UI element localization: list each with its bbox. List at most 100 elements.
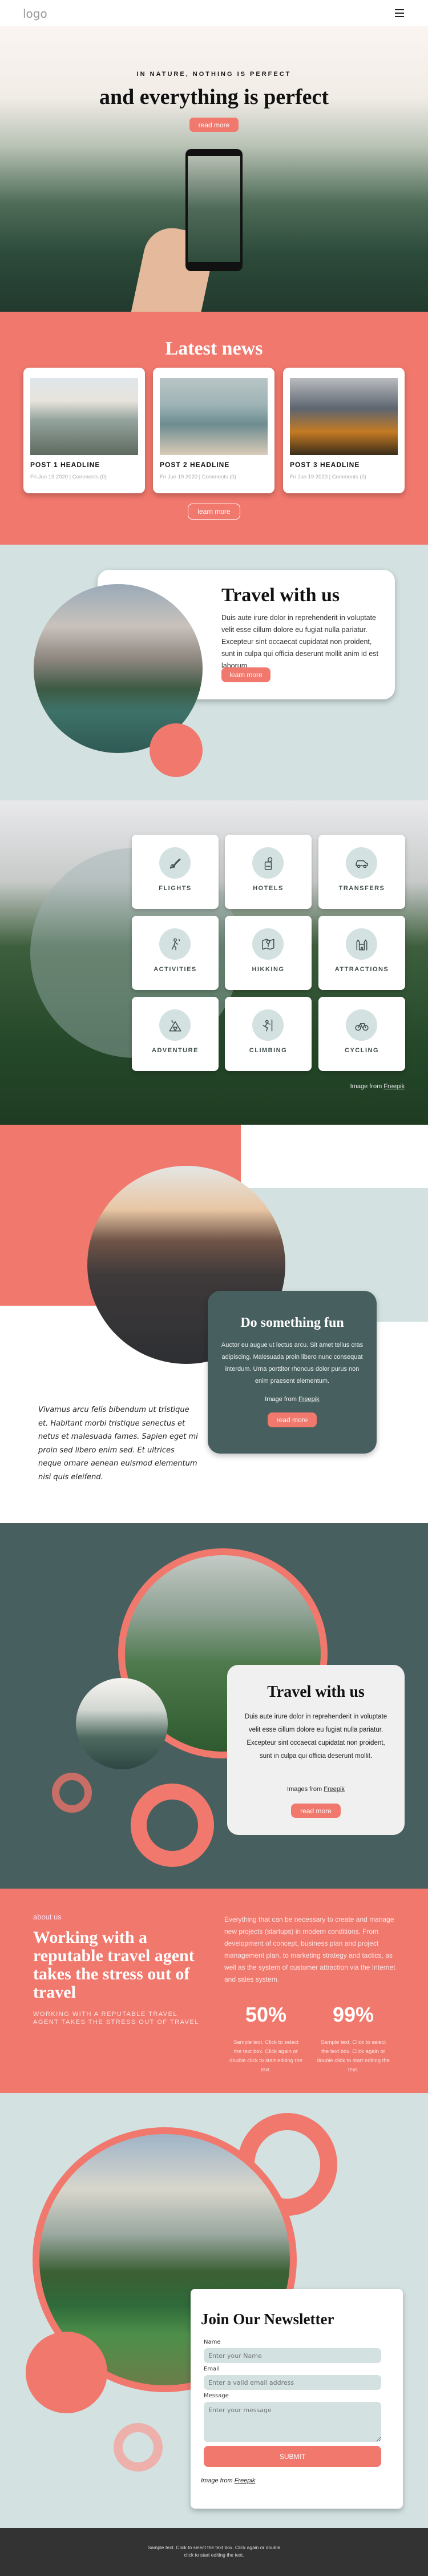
post-headline[interactable]: POST 1 HEADLINE bbox=[30, 461, 100, 469]
service-label: ADVENTURE bbox=[152, 1047, 199, 1054]
post-image bbox=[160, 378, 268, 455]
newsletter-title: Join Our Newsletter bbox=[201, 2311, 334, 2328]
hero-read-more-button[interactable]: read more bbox=[189, 118, 239, 132]
news-learn-more-button[interactable]: learn more bbox=[188, 504, 240, 520]
service-climbing[interactable]: CLIMBING bbox=[225, 997, 312, 1071]
credit-prefix: Images from bbox=[287, 1786, 322, 1793]
stat-text: Sample text. Click to select the text bo… bbox=[229, 2039, 302, 2073]
airplane-icon bbox=[159, 847, 191, 879]
post-comments[interactable]: Comments (0) bbox=[72, 474, 107, 480]
climber-icon bbox=[252, 1009, 284, 1041]
message-label: Message bbox=[204, 2393, 229, 2399]
about-kicker: about us bbox=[33, 1913, 62, 1921]
credit-prefix: Image from bbox=[201, 2477, 233, 2484]
service-label: ACTIVITIES bbox=[154, 966, 197, 973]
about-body: Everything that can be necessary to crea… bbox=[224, 1915, 395, 1983]
travel-learn-more-button[interactable]: learn more bbox=[221, 667, 270, 682]
post-date: Fri Jun 19 2020 bbox=[30, 474, 68, 480]
footer: Sample text. Click to select the text bo… bbox=[0, 2528, 428, 2576]
hamburger-icon[interactable] bbox=[395, 9, 404, 17]
foggy-forest-image bbox=[76, 1678, 168, 1769]
service-cycling[interactable]: CYCLING bbox=[318, 997, 405, 1071]
service-transfers[interactable]: TRANSFERS bbox=[318, 835, 405, 909]
stat-value: 50% bbox=[245, 2003, 287, 2026]
news-card[interactable]: POST 3 HEADLINE Fri Jun 19 2020 | Commen… bbox=[283, 368, 405, 493]
travel2-read-more-button[interactable]: read more bbox=[291, 1804, 341, 1818]
freepik-link[interactable]: Freepik bbox=[324, 1786, 345, 1793]
stat-text: Sample text. Click to select the text bo… bbox=[317, 2039, 390, 2073]
service-adventure[interactable]: ADVENTURE bbox=[132, 997, 219, 1071]
post-date: Fri Jun 19 2020 bbox=[160, 474, 198, 480]
newsletter-credit: Image from Freepik bbox=[201, 2477, 255, 2484]
services-credit: Image from Freepik bbox=[350, 1083, 405, 1090]
message-textarea[interactable] bbox=[204, 2402, 381, 2442]
travel2-section: Travel with us Duis aute irure dolor in … bbox=[0, 1523, 428, 1889]
about-section: about us Working with a reputable travel… bbox=[0, 1889, 428, 2093]
travel2-credit: Images from Freepik bbox=[227, 1786, 405, 1793]
freepik-link[interactable]: Freepik bbox=[383, 1083, 405, 1090]
castle-icon bbox=[346, 928, 377, 960]
post-comments[interactable]: Comments (0) bbox=[332, 474, 366, 480]
credit-prefix: Image from bbox=[350, 1083, 382, 1090]
logo[interactable]: logo bbox=[23, 7, 47, 21]
post-comments[interactable]: Comments (0) bbox=[202, 474, 236, 480]
stat-1: 50% Sample text. Click to select the tex… bbox=[229, 2003, 302, 2075]
service-label: CLIMBING bbox=[249, 1047, 288, 1054]
travel-body: Duis aute irure dolor in reprehenderit i… bbox=[221, 614, 378, 670]
service-activities[interactable]: ACTIVITIES bbox=[132, 916, 219, 990]
decor-large-ring bbox=[131, 1784, 214, 1867]
post-date: Fri Jun 19 2020 bbox=[290, 474, 328, 480]
decor-small-ring bbox=[52, 1773, 92, 1813]
fun-card: Do something fun Auctor eu augue ut lect… bbox=[208, 1291, 377, 1454]
freepik-link[interactable]: Freepik bbox=[298, 1396, 320, 1403]
service-label: ATTRACTIONS bbox=[334, 966, 389, 973]
map-pin-icon bbox=[252, 928, 284, 960]
name-input[interactable] bbox=[204, 2348, 381, 2363]
name-label: Name bbox=[204, 2339, 221, 2345]
hiker-icon bbox=[159, 928, 191, 960]
service-label: FLIGHTS bbox=[159, 885, 192, 892]
car-icon bbox=[346, 847, 377, 879]
service-label: TRANSFERS bbox=[338, 885, 385, 892]
email-input[interactable] bbox=[204, 2375, 381, 2390]
fun-read-more-button[interactable]: read more bbox=[268, 1412, 317, 1427]
post-meta: Fri Jun 19 2020 | Comments (0) bbox=[290, 474, 366, 480]
fun-quote: Vivamus arcu felis bibendum ut tristique… bbox=[38, 1406, 198, 1482]
freepik-link[interactable]: Freepik bbox=[235, 2477, 256, 2484]
travel2-card: Travel with us Duis aute irure dolor in … bbox=[227, 1665, 405, 1835]
post-image bbox=[30, 378, 138, 455]
fun-credit: Image from Freepik bbox=[208, 1396, 377, 1403]
fun-section: Do something fun Auctor eu augue ut lect… bbox=[0, 1125, 428, 1523]
about-subtitle: WORKING WITH A REPUTABLE TRAVEL AGENT TA… bbox=[33, 2011, 199, 2026]
decor-filled-circle bbox=[26, 2332, 107, 2413]
hero-section: IN NATURE, NOTHING IS PERFECT and everyt… bbox=[0, 26, 428, 312]
service-attractions[interactable]: ATTRACTIONS bbox=[318, 916, 405, 990]
service-flights[interactable]: FLIGHTS bbox=[132, 835, 219, 909]
credit-prefix: Image from bbox=[265, 1396, 297, 1403]
post-headline[interactable]: POST 2 HEADLINE bbox=[160, 461, 229, 469]
service-label: CYCLING bbox=[345, 1047, 379, 1054]
travel2-title: Travel with us bbox=[267, 1683, 365, 1701]
stat-2: 99% Sample text. Click to select the tex… bbox=[317, 2003, 390, 2075]
hero-title: and everything is perfect bbox=[99, 85, 329, 109]
service-hotels[interactable]: HOTELS bbox=[225, 835, 312, 909]
post-headline[interactable]: POST 3 HEADLINE bbox=[290, 461, 360, 469]
door-hanger-icon bbox=[252, 847, 284, 879]
hero-kicker: IN NATURE, NOTHING IS PERFECT bbox=[136, 71, 292, 78]
service-hikking[interactable]: HIKKING bbox=[225, 916, 312, 990]
decor-pale-ring bbox=[114, 2423, 163, 2472]
newsletter-section: Join Our Newsletter Name Email Message S… bbox=[0, 2093, 428, 2528]
phone-image bbox=[185, 149, 243, 271]
travel-section: Travel with us Duis aute irure dolor in … bbox=[0, 545, 428, 800]
submit-button[interactable]: SUBMIT bbox=[204, 2446, 381, 2467]
decor-circle bbox=[150, 723, 203, 777]
service-label: HOTELS bbox=[253, 885, 284, 892]
post-meta: Fri Jun 19 2020 | Comments (0) bbox=[160, 474, 236, 480]
fun-title: Do something fun bbox=[240, 1315, 344, 1330]
stat-value: 99% bbox=[332, 2003, 374, 2026]
news-card[interactable]: POST 2 HEADLINE Fri Jun 19 2020 | Commen… bbox=[153, 368, 274, 493]
news-card[interactable]: POST 1 HEADLINE Fri Jun 19 2020 | Commen… bbox=[23, 368, 145, 493]
travel-title: Travel with us bbox=[221, 585, 340, 606]
about-title: Working with a reputable travel agent ta… bbox=[33, 1928, 195, 2002]
travel2-body: Duis aute irure dolor in reprehenderit i… bbox=[244, 1713, 387, 1760]
